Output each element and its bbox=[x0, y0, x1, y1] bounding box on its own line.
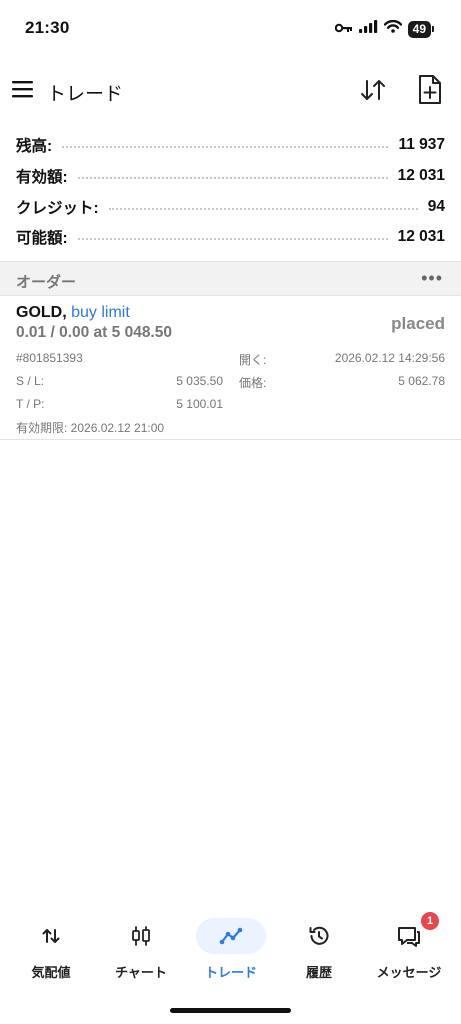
price-label: 価格: bbox=[239, 376, 267, 390]
open-time-value: 2026.02.12 14:29:56 bbox=[334, 351, 445, 365]
order-symbol-name: GOLD, bbox=[16, 304, 67, 321]
sort-icon[interactable] bbox=[359, 76, 387, 104]
equity-row: 有効額: 12 031 bbox=[16, 161, 445, 192]
page-title: トレード bbox=[47, 84, 124, 105]
equity-label: 有効額: bbox=[16, 169, 68, 187]
order-status: placed bbox=[391, 314, 445, 333]
nav-label-history: 履歴 bbox=[305, 965, 332, 980]
orders-section-title: オーダー bbox=[16, 274, 77, 291]
dotted-leader bbox=[62, 146, 389, 149]
trade-icon bbox=[196, 918, 266, 954]
free-margin-label: 可能額: bbox=[16, 230, 68, 248]
quotes-icon bbox=[16, 918, 86, 954]
free-margin-value: 12 031 bbox=[397, 228, 445, 246]
nav-label-chart: チャート bbox=[115, 965, 167, 980]
dotted-leader bbox=[77, 177, 388, 180]
order-item[interactable]: GOLD, buy limit 0.01 / 0.00 at 5 048.50 … bbox=[0, 297, 461, 440]
open-time-label: 開く: bbox=[239, 353, 267, 367]
new-order-icon[interactable] bbox=[417, 74, 443, 106]
credit-label: クレジット: bbox=[16, 199, 99, 217]
credit-value: 94 bbox=[427, 197, 445, 215]
order-type: buy limit bbox=[71, 304, 130, 321]
dotted-leader bbox=[77, 238, 388, 241]
credit-row: クレジット: 94 bbox=[16, 191, 445, 222]
nav-label-messages: メッセージ bbox=[376, 965, 442, 980]
chart-icon bbox=[106, 918, 176, 954]
app-header: トレード bbox=[0, 68, 461, 112]
wifi-icon bbox=[383, 19, 402, 38]
equity-value: 12 031 bbox=[397, 167, 445, 185]
bottom-nav: 気配値 チャート トレード 履歴 1 メッセージ bbox=[0, 912, 461, 992]
order-ticket: #801851393 bbox=[16, 351, 83, 365]
nav-history[interactable]: 履歴 bbox=[273, 912, 365, 988]
order-symbol: GOLD, buy limit bbox=[16, 304, 130, 322]
price-value: 5 062.78 bbox=[398, 374, 445, 388]
order-volume-price: 0.01 / 0.00 at 5 048.50 bbox=[16, 324, 172, 341]
key-icon bbox=[334, 20, 353, 38]
nav-trade[interactable]: トレード bbox=[185, 912, 277, 988]
nav-label-trade: トレード bbox=[204, 965, 257, 980]
sl-label: S / L: bbox=[16, 374, 45, 388]
menu-icon[interactable] bbox=[12, 80, 34, 98]
tp-label: T / P: bbox=[16, 397, 45, 411]
status-time: 21:30 bbox=[25, 18, 70, 37]
status-icons: 49 bbox=[334, 19, 435, 38]
battery-icon: 49 bbox=[407, 20, 435, 38]
balance-value: 11 937 bbox=[398, 136, 445, 154]
nav-chart[interactable]: チャート bbox=[95, 912, 187, 988]
nav-messages[interactable]: 1 メッセージ bbox=[363, 912, 455, 988]
nav-label-quotes: 気配値 bbox=[31, 965, 71, 980]
order-expiry: 有効期限: 2026.02.12 21:00 bbox=[16, 421, 165, 435]
history-icon bbox=[284, 918, 354, 954]
tp-value: 5 100.01 bbox=[176, 397, 223, 411]
sl-value: 5 035.50 bbox=[176, 374, 223, 388]
nav-quotes[interactable]: 気配値 bbox=[5, 912, 97, 988]
home-indicator bbox=[170, 1008, 291, 1013]
balance-label: 残高: bbox=[16, 138, 53, 156]
messages-badge: 1 bbox=[421, 912, 439, 930]
dotted-leader bbox=[108, 207, 418, 210]
more-icon[interactable]: ••• bbox=[421, 269, 443, 287]
status-bar: 21:30 49 bbox=[0, 0, 461, 56]
orders-section-header: オーダー ••• bbox=[0, 261, 461, 296]
account-summary: 残高: 11 937 有効額: 12 031 クレジット: 94 可能額: 12… bbox=[16, 130, 445, 253]
signal-icon bbox=[358, 20, 378, 38]
balance-row: 残高: 11 937 bbox=[16, 130, 445, 161]
free-margin-row: 可能額: 12 031 bbox=[16, 222, 445, 253]
